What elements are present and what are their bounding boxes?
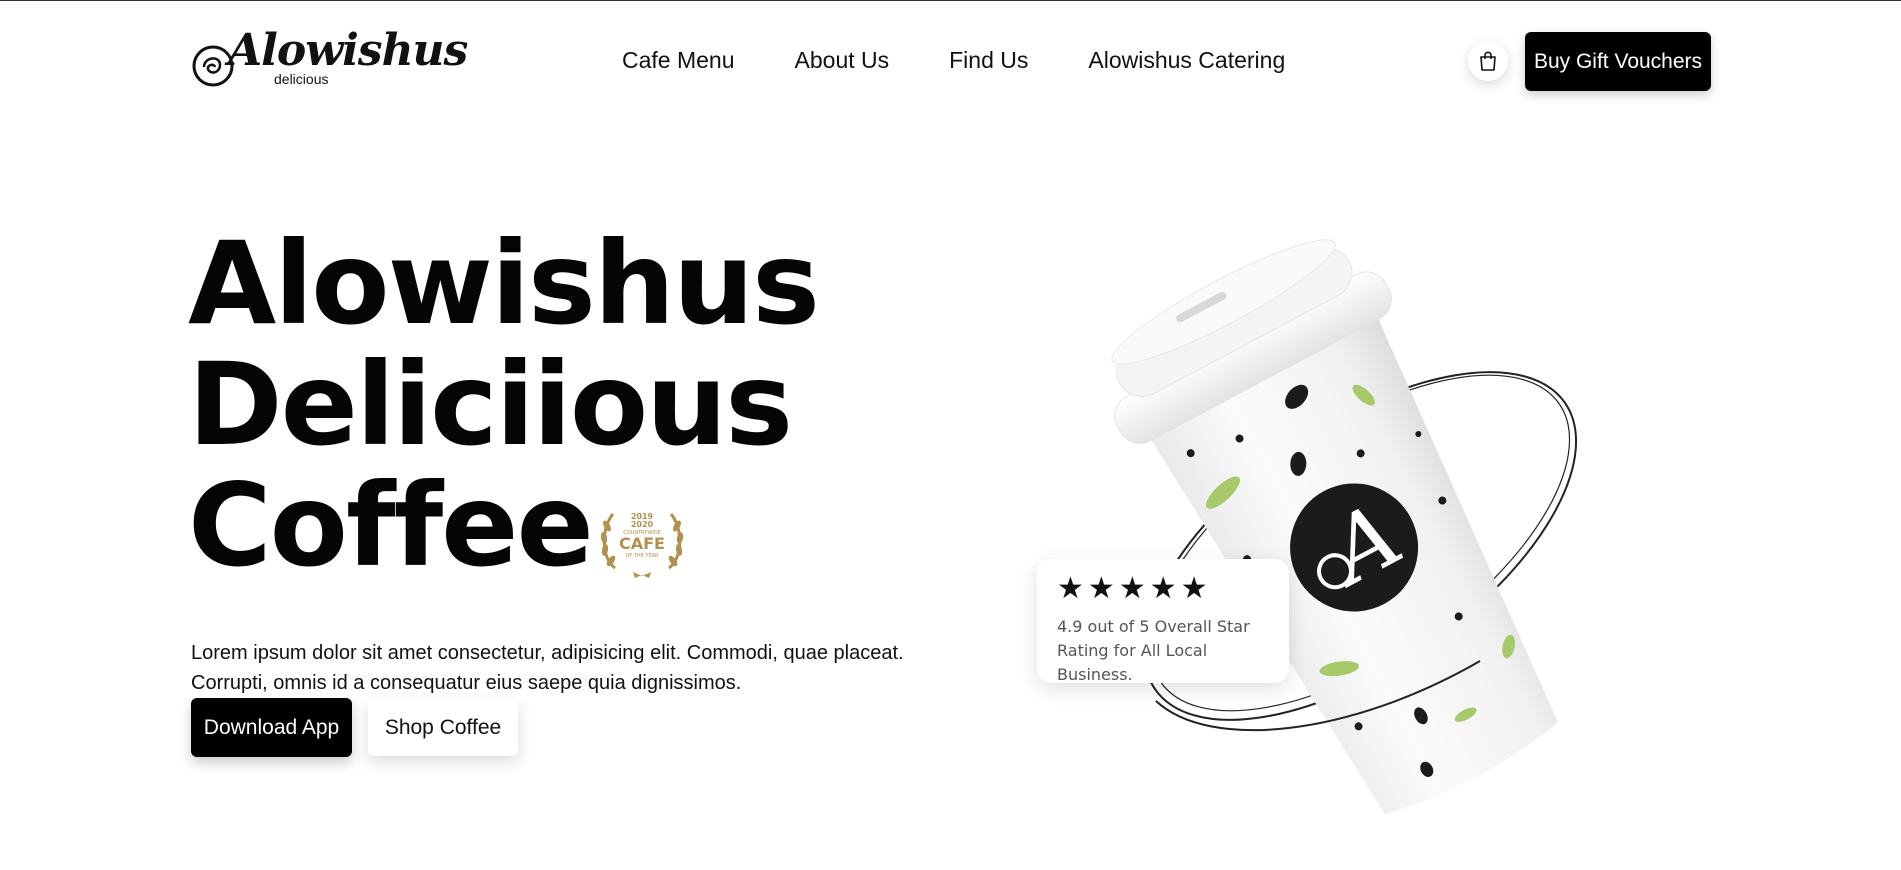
award-badge: 2019 2020 COUNTRYWIDE CAFE OF THE YEAR <box>600 512 684 578</box>
star-icon: ★ <box>1118 571 1146 606</box>
coffee-cup-illustration: A <box>1111 239 1578 815</box>
shopping-bag-icon <box>1480 51 1496 71</box>
hero-title-line-3: Coffee <box>188 459 594 592</box>
nav-item-find-us[interactable]: Find Us <box>949 47 1028 74</box>
nav-item-cafe-menu[interactable]: Cafe Menu <box>622 47 735 74</box>
logo-script-text: Alowishus <box>228 25 468 76</box>
rating-card: ★ ★ ★ ★ ★ 4.9 out of 5 Overall Star Rati… <box>1037 559 1289 684</box>
award-main-text: CAFE <box>619 534 665 553</box>
star-icon: ★ <box>1149 571 1177 606</box>
nav-item-about-us[interactable]: About Us <box>795 47 890 74</box>
nav-item-catering[interactable]: Alowishus Catering <box>1088 47 1285 74</box>
brand-logo[interactable]: Alowishus delicious <box>190 29 468 95</box>
logo-sub-text: delicious <box>274 71 329 87</box>
buy-gift-vouchers-button[interactable]: Buy Gift Vouchers <box>1525 32 1711 91</box>
hero-title-line-1: Alowishus <box>188 217 820 350</box>
award-years-2: 2020 <box>631 520 654 529</box>
hero-title: Alowishus Deliciious Coffee <box>188 217 820 592</box>
download-app-button[interactable]: Download App <box>191 698 352 757</box>
rating-text: 4.9 out of 5 Overall Star Rating for All… <box>1057 617 1250 684</box>
shop-coffee-button[interactable]: Shop Coffee <box>368 699 518 756</box>
main-nav: Cafe Menu About Us Find Us Alowishus Cat… <box>622 47 1345 74</box>
star-rating: ★ ★ ★ ★ ★ <box>1057 571 1269 606</box>
star-icon: ★ <box>1057 571 1084 606</box>
award-bottom-text: OF THE YEAR <box>625 553 659 559</box>
hero-description: Lorem ipsum dolor sit amet consectetur, … <box>191 642 904 694</box>
hero-title-line-2: Deliciious <box>188 338 793 471</box>
star-icon: ★ <box>1087 571 1115 606</box>
cart-button[interactable] <box>1468 41 1508 81</box>
star-icon: ★ <box>1180 571 1208 606</box>
